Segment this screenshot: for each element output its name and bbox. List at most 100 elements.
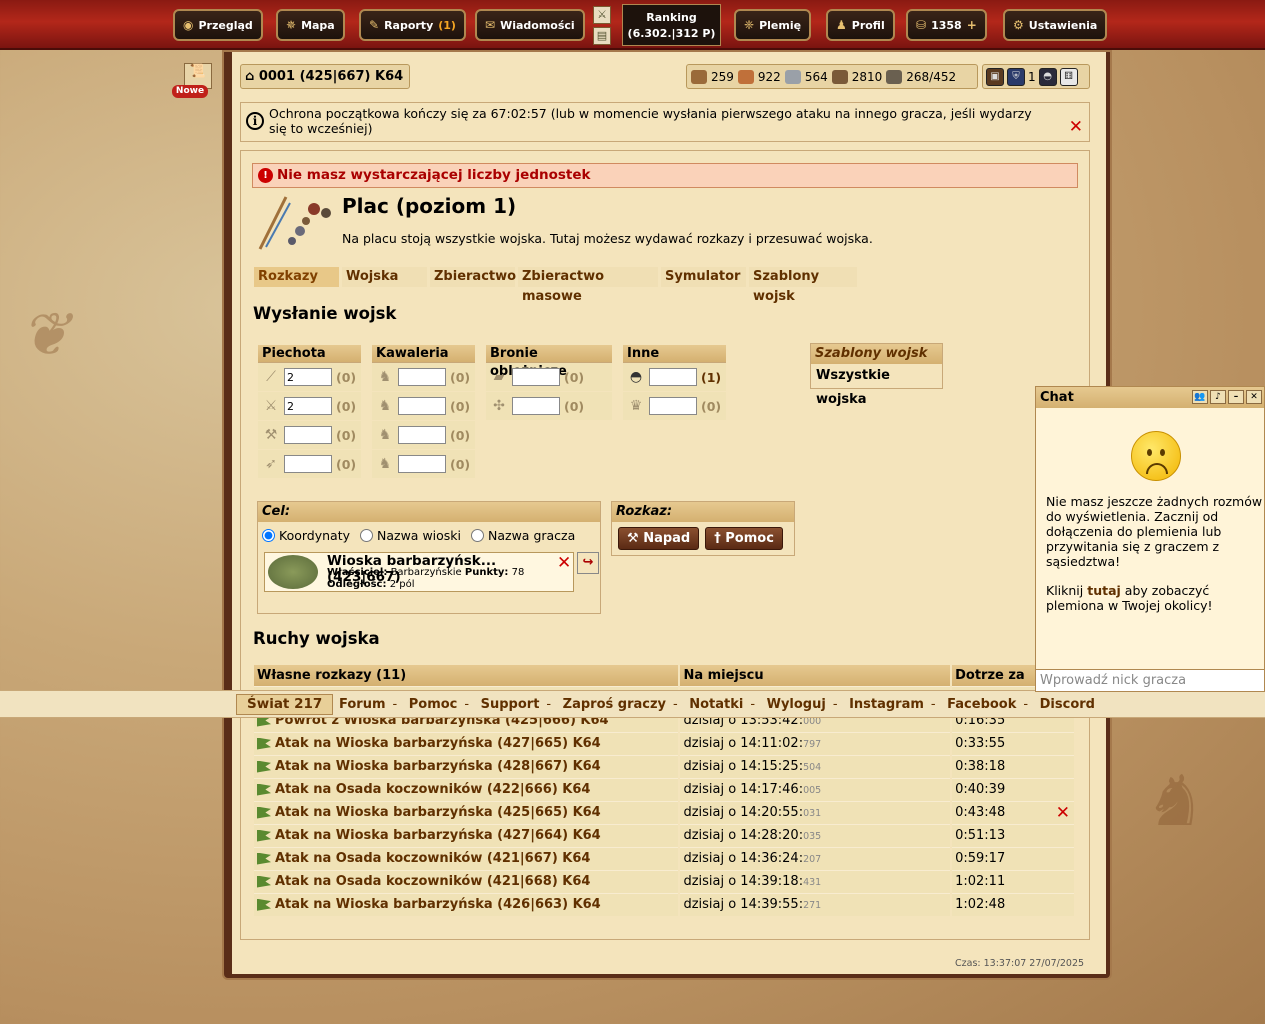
footer-link-instagram[interactable]: Instagram	[849, 697, 924, 712]
flag-icon	[257, 898, 271, 911]
eta: 0:43:48	[955, 805, 1006, 820]
close-icon[interactable]: ✕	[1069, 119, 1083, 136]
village-name-radio[interactable]: Nazwa wioski	[360, 528, 461, 543]
movement-link[interactable]: Atak na Wioska barbarzyńska (427|665) K6…	[275, 736, 601, 751]
new-badge: Nowe	[172, 85, 208, 98]
movement-link[interactable]: Atak na Osada koczowników (421|668) K64	[275, 874, 590, 889]
clear-target-icon[interactable]: ✕	[557, 553, 571, 573]
movement-link[interactable]: Atak na Wioska barbarzyńska (428|667) K6…	[275, 759, 601, 774]
target-box: Cel: Koordynaty Nazwa wioski Nazwa gracz…	[257, 501, 601, 614]
village-selector[interactable]: ⌂ 0001 (425|667) K64	[240, 64, 410, 89]
sad-face-icon	[1131, 431, 1181, 481]
tab-templates[interactable]: Szablony wojsk	[749, 267, 857, 304]
catapult-input[interactable]	[512, 397, 560, 415]
ram-input[interactable]	[512, 368, 560, 386]
all-troops-link[interactable]: Wszystkie wojska	[811, 364, 942, 412]
wood-amount: 259	[711, 69, 734, 84]
spy-input[interactable]	[398, 368, 446, 386]
footer-link-support[interactable]: Support	[481, 697, 540, 712]
unit-row-knight: ◓ (1)	[623, 363, 726, 392]
resources-bar: 259 922 564 2810 268/452	[686, 64, 978, 89]
tab-simulator[interactable]: Symulator	[661, 267, 746, 287]
overview-button[interactable]: ◉ Przegląd	[173, 9, 263, 41]
helmet-icon[interactable]: ◓	[1038, 67, 1057, 86]
tab-scavenge[interactable]: Zbieractwo	[430, 267, 516, 287]
movement-link[interactable]: Atak na Wioska barbarzyńska (425|665) K6…	[275, 805, 601, 820]
shield-icon[interactable]: ⛨	[1007, 67, 1025, 86]
footer-link-discord[interactable]: Discord	[1040, 697, 1095, 712]
tab-mass-scavenge[interactable]: Zbieractwo masowe	[518, 267, 658, 304]
chat-tribes-link[interactable]: tutaj	[1087, 583, 1121, 598]
storage-icon	[831, 69, 848, 84]
tab-orders[interactable]: Rozkazy	[254, 267, 339, 287]
eta: 0:33:55	[955, 736, 1006, 751]
chat-empty-text: Nie masz jeszcze żadnych rozmów do wyświ…	[1046, 494, 1263, 569]
movement-link[interactable]: Atak na Wioska barbarzyńska (427|664) K6…	[275, 828, 601, 843]
sword-input[interactable]	[284, 397, 332, 415]
cancel-movement-icon[interactable]: ✕	[1056, 803, 1070, 823]
footer-link-invite[interactable]: Zaproś graczy	[563, 697, 666, 712]
iron-icon	[784, 69, 801, 84]
sound-icon[interactable]: ♪	[1210, 390, 1226, 404]
plus-icon: +	[966, 18, 977, 32]
noble-input[interactable]	[649, 397, 697, 415]
spear-input[interactable]	[284, 368, 332, 386]
chest-icon[interactable]: ▣	[986, 67, 1004, 86]
footer-link-logout[interactable]: Wyloguj	[767, 697, 826, 712]
movement-row: Atak na Wioska barbarzyńska (427|664) K6…	[254, 823, 1076, 847]
horse-icon: ♞	[378, 427, 392, 443]
settings-button[interactable]: ⚙ Ustawienia	[1003, 9, 1108, 41]
movement-link[interactable]: Atak na Wioska barbarzyńska (426|663) K6…	[275, 897, 601, 912]
player-name-radio[interactable]: Nazwa gracza	[471, 528, 575, 543]
movement-row: Atak na Wioska barbarzyńska (426|663) K6…	[254, 892, 1076, 916]
tribe-button[interactable]: ❈ Plemię	[734, 9, 812, 41]
forward-arrow-icon[interactable]: ↪	[577, 552, 599, 574]
eta: 1:02:48	[955, 897, 1006, 913]
reports-button[interactable]: ✎ Raporty (1)	[359, 9, 466, 41]
axe-input[interactable]	[284, 426, 332, 444]
dice-icon[interactable]: ⚅	[1059, 67, 1078, 86]
close-icon[interactable]: ✕	[1246, 390, 1262, 404]
coords-radio[interactable]: Koordynaty	[262, 528, 350, 543]
unit-row-sword: ⚔(0)	[258, 392, 361, 421]
background-art-right: ♞	[1140, 760, 1203, 842]
attack-button[interactable]: ⚒ Napad	[618, 527, 700, 550]
archer-input[interactable]	[284, 455, 332, 473]
movement-link[interactable]: Atak na Osada koczowników (422|666) K64	[275, 782, 590, 797]
troop-templates-box: Szablony wojsk Wszystkie wojska	[810, 343, 943, 407]
target-type-radios: Koordynaty Nazwa wioski Nazwa gracza	[258, 522, 600, 543]
map-button[interactable]: ✵ Mapa	[276, 9, 345, 41]
mounted-archer-input[interactable]	[398, 426, 446, 444]
chat-nick-input[interactable]: Wprowadź nick gracza	[1036, 669, 1264, 691]
page-description: Na placu stoją wszystkie wojska. Tutaj m…	[342, 231, 873, 246]
messages-button[interactable]: ✉ Wiadomości	[475, 9, 585, 41]
spear-icon: ⟋	[266, 369, 276, 385]
target-village-card[interactable]: Wioska barbarzyńsk... (423|667) Właścici…	[264, 552, 599, 592]
footer-link-forum[interactable]: Forum	[339, 697, 386, 712]
profile-button[interactable]: ♟ Profil	[826, 9, 895, 41]
status-icons-bar: ▣ ⛨ 1 ◓ ⚅	[982, 64, 1090, 89]
footer-link-facebook[interactable]: Facebook	[947, 697, 1016, 712]
infantry-group: Piechota ⟋(0) ⚔(0) ⚒(0) ➶(0)	[258, 345, 361, 479]
minimize-icon[interactable]: –	[1228, 390, 1244, 404]
heavy-cavalry-input[interactable]	[398, 455, 446, 473]
notes-mini-icon[interactable]: ▤	[593, 27, 611, 45]
attack-mini-icon[interactable]: ⚔	[593, 6, 611, 24]
movement-row: Atak na Wioska barbarzyńska (428|667) K6…	[254, 754, 1076, 778]
arrival-time: dzisiaj o 14:28:20:	[683, 828, 804, 843]
light-cavalry-input[interactable]	[398, 397, 446, 415]
friends-icon[interactable]: 👥	[1192, 390, 1208, 404]
support-button[interactable]: † Pomoc	[705, 527, 783, 550]
ranking-button[interactable]: Ranking (6.302.|312 P)	[622, 4, 721, 46]
footer-link-notes[interactable]: Notatki	[689, 697, 743, 712]
premium-points-button[interactable]: ⛁ 1358 +	[906, 9, 987, 41]
horse-icon: ♞	[378, 369, 392, 385]
movement-link[interactable]: Atak na Osada koczowników (421|667) K64	[275, 851, 590, 866]
flag-icon	[257, 829, 271, 842]
arrival-time: dzisiaj o 14:36:24:	[683, 851, 804, 866]
footer-link-help[interactable]: Pomoc	[409, 697, 458, 712]
tab-troops[interactable]: Wojska	[342, 267, 427, 287]
world-badge[interactable]: Świat 217	[236, 694, 334, 715]
unit-row-archer: ➶ (0)	[258, 450, 361, 479]
knight-input[interactable]	[649, 368, 697, 386]
